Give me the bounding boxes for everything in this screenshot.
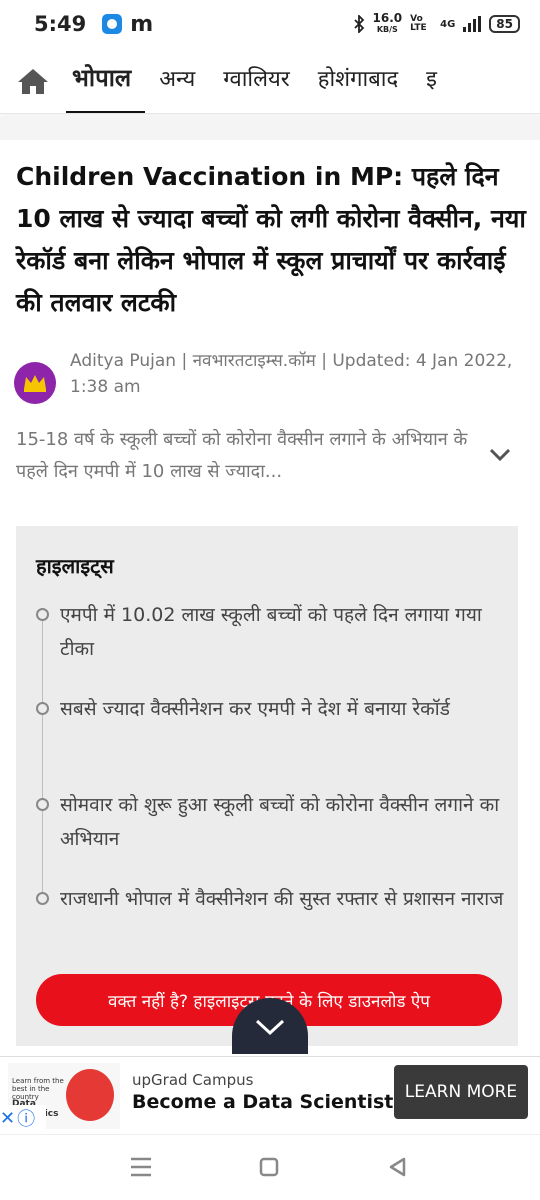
bullet-circle-icon — [36, 798, 49, 811]
volte-label: Vo LTE — [410, 14, 427, 33]
article-summary[interactable]: 15-18 वर्ष के स्कूली बच्चों को कोरोना वै… — [16, 424, 476, 488]
highlight-item: सोमवार को शुरू हुआ स्कूली बच्चों को कोरो… — [36, 788, 506, 856]
learn-more-button[interactable]: LEARN MORE — [394, 1065, 528, 1119]
highlight-text: एमपी में 10.02 लाख स्कूली बच्चों को पहले… — [60, 604, 482, 660]
ad-image-text: Learn from the best in the country — [12, 1077, 64, 1101]
status-bar: 5:49 m 16.0 KB/S Vo LTE 4G 85 — [0, 0, 540, 48]
tab-hoshangabad[interactable]: होशंगाबाद — [318, 63, 398, 99]
chevron-down-icon — [255, 1019, 285, 1036]
signal-icon — [463, 16, 482, 32]
tab-anya[interactable]: अन्य — [159, 63, 195, 99]
network-type: 4G — [440, 18, 456, 30]
info-icon[interactable]: ⓘ — [17, 1105, 35, 1131]
highlights-title: हाइलाइट्स — [36, 554, 114, 578]
tab-bhopal[interactable]: भोपाल — [65, 61, 146, 113]
byline: Aditya Pujan | नवभारतटाइम्स.कॉम | Update… — [14, 348, 524, 404]
bullet-circle-icon — [36, 608, 49, 621]
ad-source: upGrad Campus — [132, 1071, 254, 1089]
ad-person-photo — [66, 1069, 114, 1121]
bullet-circle-icon — [36, 892, 49, 905]
network-speed-unit: KB/S — [376, 25, 398, 34]
system-nav-bar — [0, 1134, 540, 1200]
highlight-text: सोमवार को शुरू हुआ स्कूली बच्चों को कोरो… — [60, 794, 500, 850]
highlight-item: सबसे ज्यादा वैक्सीनेशन कर एमपी ने देश मे… — [36, 692, 506, 726]
network-speed: 16.0 KB/S — [372, 11, 403, 35]
status-indicators: 16.0 KB/S Vo LTE 4G 85 — [353, 11, 520, 35]
ad-banner[interactable]: Learn from the best in the country Data … — [0, 1056, 540, 1132]
highlight-item: राजधानी भोपाल में वैक्सीनेशन की सुस्त रफ… — [36, 882, 506, 916]
menu-icon[interactable] — [128, 1155, 154, 1179]
chevron-down-icon[interactable] — [486, 440, 514, 468]
network-speed-value: 16.0 — [372, 11, 403, 25]
status-time: 5:49 — [34, 12, 87, 36]
highlight-text: सबसे ज्यादा वैक्सीनेशन कर एमपी ने देश मे… — [60, 698, 450, 720]
close-icon[interactable]: ✕ — [0, 1108, 15, 1129]
highlight-text: राजधानी भोपाल में वैक्सीनेशन की सुस्त रफ… — [60, 888, 504, 910]
category-nav: भोपाल अन्य ग्वालियर होशंगाबाद इ — [0, 48, 540, 114]
highlights-box: हाइलाइट्स एमपी में 10.02 लाख स्कूली बच्च… — [16, 526, 518, 1046]
notification-m-icon: m — [130, 11, 154, 37]
article-headline: Children Vaccination in MP: पहले दिन 10 … — [16, 162, 526, 317]
tab-more[interactable]: इ — [426, 63, 437, 99]
notification-app-icon — [102, 14, 123, 34]
ad-title[interactable]: Become a Data Scientist — [132, 1091, 393, 1113]
crown-icon — [24, 375, 46, 392]
highlight-item: एमपी में 10.02 लाख स्कूली बच्चों को पहले… — [36, 598, 506, 666]
tab-gwalior[interactable]: ग्वालियर — [223, 63, 289, 99]
section-divider — [0, 116, 540, 140]
byline-text: Aditya Pujan | नवभारतटाइम्स.कॉम | Update… — [70, 351, 513, 397]
back-icon[interactable] — [386, 1155, 410, 1179]
author-avatar[interactable] — [14, 362, 56, 404]
home-square-icon[interactable] — [257, 1155, 281, 1179]
ad-choices[interactable]: ✕ ⓘ — [0, 1105, 46, 1131]
battery-icon: 85 — [489, 15, 520, 33]
bullet-circle-icon — [36, 702, 49, 715]
bluetooth-icon — [353, 15, 364, 33]
home-icon[interactable] — [16, 66, 50, 96]
